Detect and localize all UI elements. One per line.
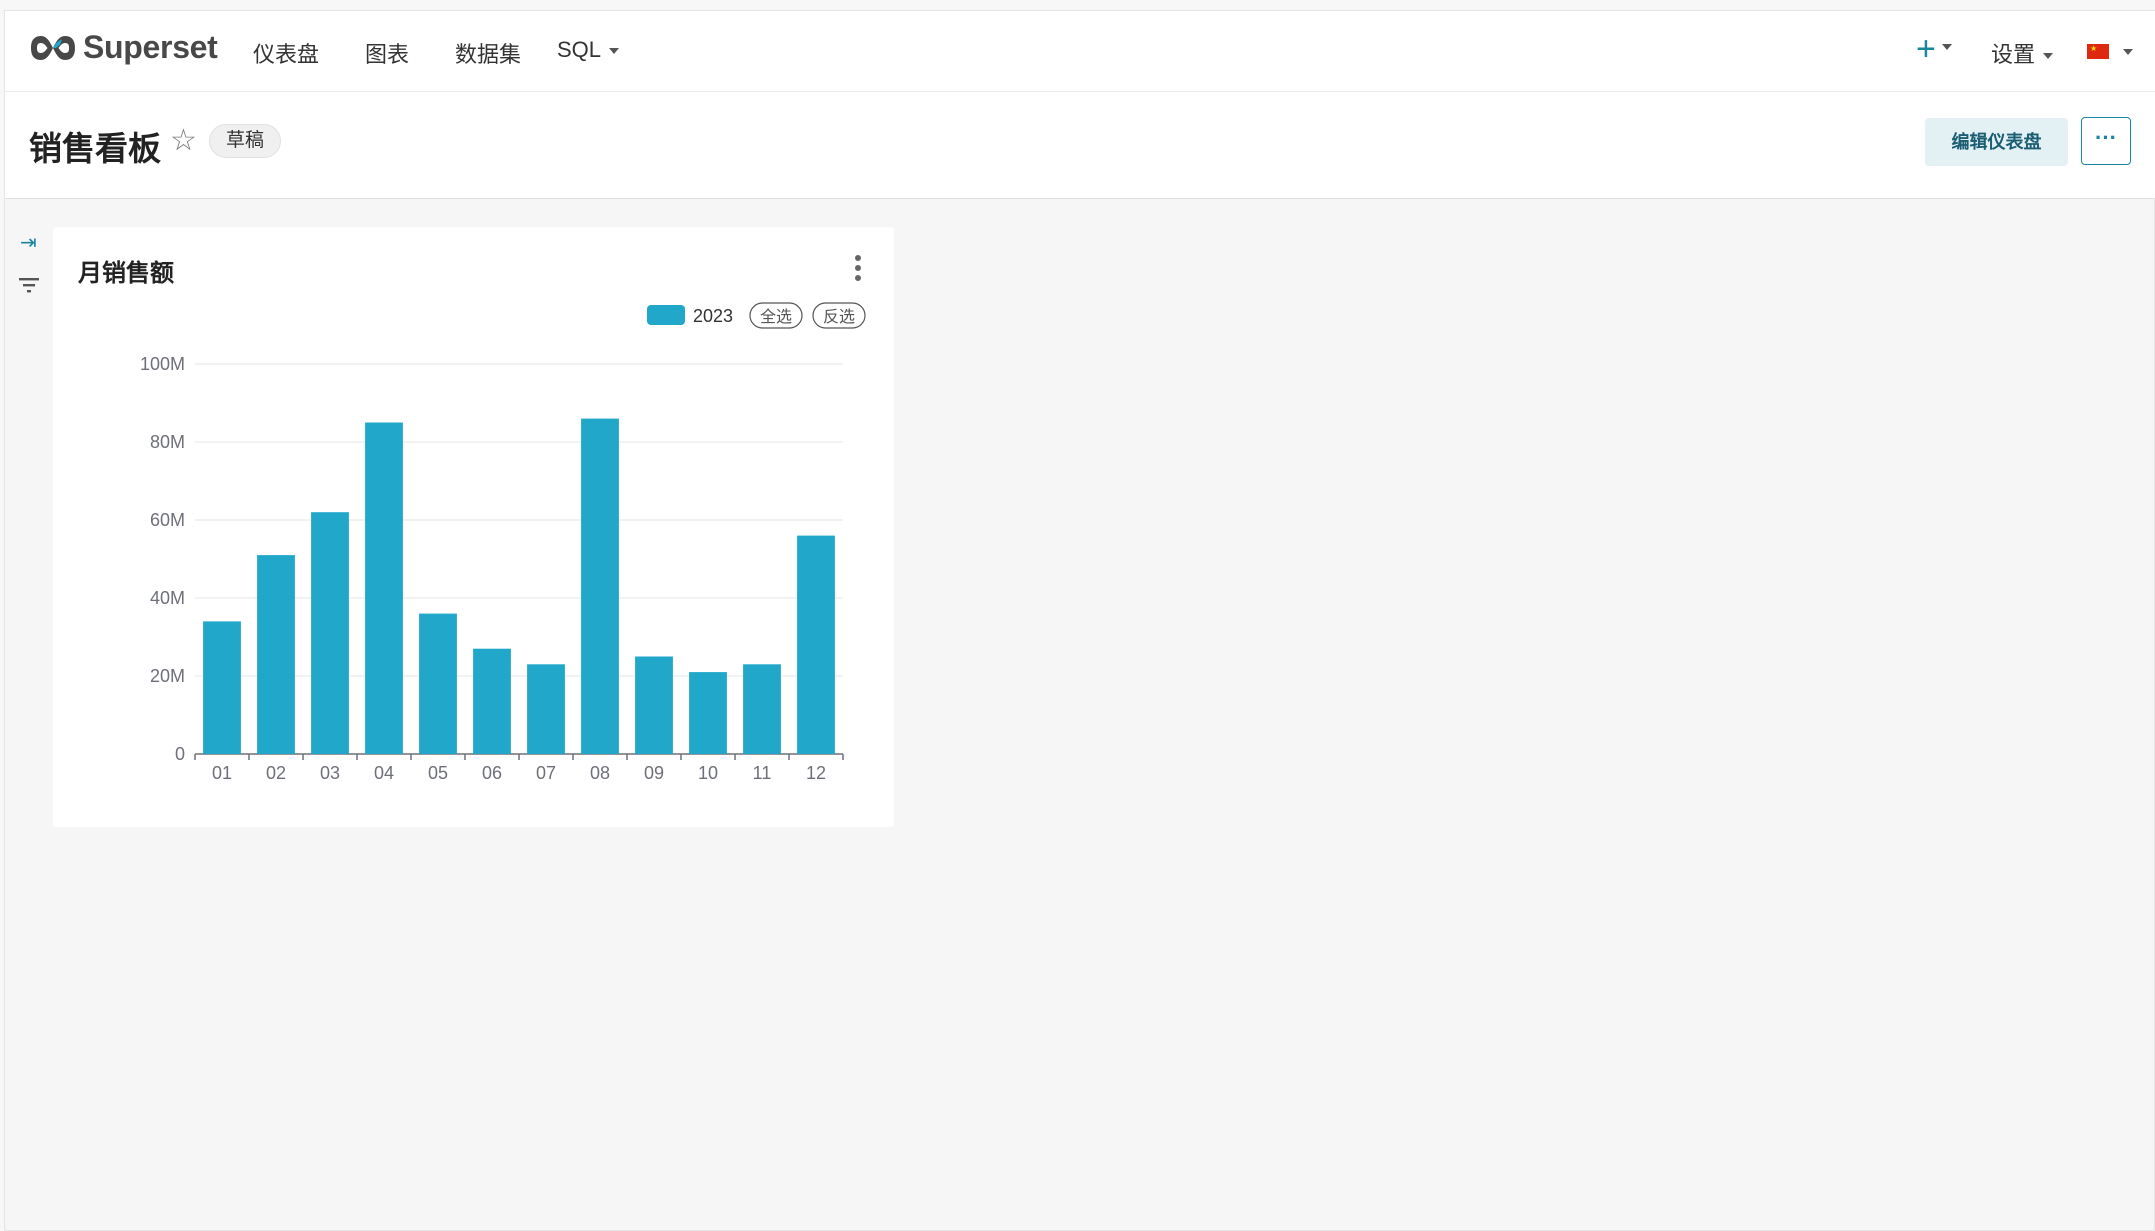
bar-10[interactable] xyxy=(689,672,727,754)
y-tick-label: 20M xyxy=(150,666,185,686)
x-tick-label: 05 xyxy=(428,763,448,783)
nav-datasets[interactable]: 数据集 xyxy=(455,37,521,69)
legend-invert-label: 反选 xyxy=(823,308,855,326)
superset-logo[interactable]: Superset xyxy=(29,29,218,66)
bar-04[interactable] xyxy=(365,422,403,755)
top-navbar: Superset 仪表盘 图表 数据集 SQL + 设置 ★ xyxy=(5,11,2155,92)
x-tick-label: 04 xyxy=(374,763,394,783)
dashboard-header: 销售看板 ☆ 草稿 编辑仪表盘 ··· xyxy=(5,92,2155,199)
chevron-down-icon xyxy=(1941,44,1952,51)
chart-card: 月销售额 0 20M 40M 60M 80M 100M 01 02 03 04 05 06 07 08 09… xyxy=(53,227,894,827)
brand-name: Superset xyxy=(83,29,218,65)
nav-sql-label: SQL xyxy=(557,37,602,62)
expand-filter-panel-icon[interactable]: ⇥ xyxy=(20,233,37,253)
y-tick-label: 0 xyxy=(175,744,185,764)
flag-star-icon: ★ xyxy=(2090,44,2098,53)
legend-select-all-label: 全选 xyxy=(760,308,792,326)
nav-charts[interactable]: 图表 xyxy=(365,37,409,69)
language-chevron-down-icon[interactable] xyxy=(2123,49,2133,55)
x-tick-label: 11 xyxy=(753,763,772,783)
app-frame: Superset 仪表盘 图表 数据集 SQL + 设置 ★ 销售看板 ☆ 草稿… xyxy=(4,10,2155,1231)
bar-01[interactable] xyxy=(203,621,241,754)
x-tick-label: 03 xyxy=(320,763,340,783)
settings-label: 设置 xyxy=(1991,42,2036,67)
bar-02[interactable] xyxy=(257,555,295,754)
chevron-down-icon xyxy=(609,48,620,55)
y-tick-label: 100M xyxy=(140,354,185,374)
bar-07[interactable] xyxy=(527,664,565,754)
legend-label[interactable]: 2023 xyxy=(693,306,733,326)
language-flag-icon[interactable]: ★ xyxy=(2087,44,2109,59)
bar-06[interactable] xyxy=(473,648,511,754)
x-tick-label: 08 xyxy=(590,763,610,783)
x-tick-label: 12 xyxy=(806,763,826,783)
x-tick-label: 09 xyxy=(644,763,664,783)
filter-icon[interactable] xyxy=(18,275,40,300)
nav-sql-menu[interactable]: SQL xyxy=(557,37,620,63)
bar-chart: 0 20M 40M 60M 80M 100M 01 02 03 04 05 06 07 08 09 10 11 1… xyxy=(140,302,866,783)
favorite-star-icon[interactable]: ☆ xyxy=(170,126,197,156)
more-options-button[interactable]: ··· xyxy=(2081,117,2131,165)
dashboard-title[interactable]: 销售看板 xyxy=(29,122,161,170)
x-tick-label: 02 xyxy=(266,763,286,783)
y-tick-label: 40M xyxy=(150,588,185,608)
legend-swatch[interactable] xyxy=(647,305,685,325)
bar-09[interactable] xyxy=(635,656,673,755)
edit-dashboard-button[interactable]: 编辑仪表盘 xyxy=(1925,118,2068,166)
bar-08[interactable] xyxy=(581,418,619,754)
plus-icon: + xyxy=(1916,30,1936,68)
bar-12[interactable] xyxy=(797,535,835,754)
chevron-down-icon xyxy=(2043,53,2054,60)
x-tick-label: 01 xyxy=(212,763,232,783)
y-tick-label: 80M xyxy=(150,432,185,452)
bar-05[interactable] xyxy=(419,613,457,754)
x-tick-label: 07 xyxy=(536,763,556,783)
bar-11[interactable] xyxy=(743,664,781,754)
settings-menu[interactable]: 设置 xyxy=(1991,37,2054,69)
new-item-menu[interactable]: + xyxy=(1916,31,1952,67)
status-badge: 草稿 xyxy=(209,124,282,158)
nav-dashboards[interactable]: 仪表盘 xyxy=(253,37,319,69)
y-tick-label: 60M xyxy=(150,510,185,530)
x-tick-label: 06 xyxy=(482,763,502,783)
superset-logo-icon xyxy=(31,35,75,60)
x-tick-label: 10 xyxy=(698,763,718,783)
bar-03[interactable] xyxy=(311,512,349,754)
